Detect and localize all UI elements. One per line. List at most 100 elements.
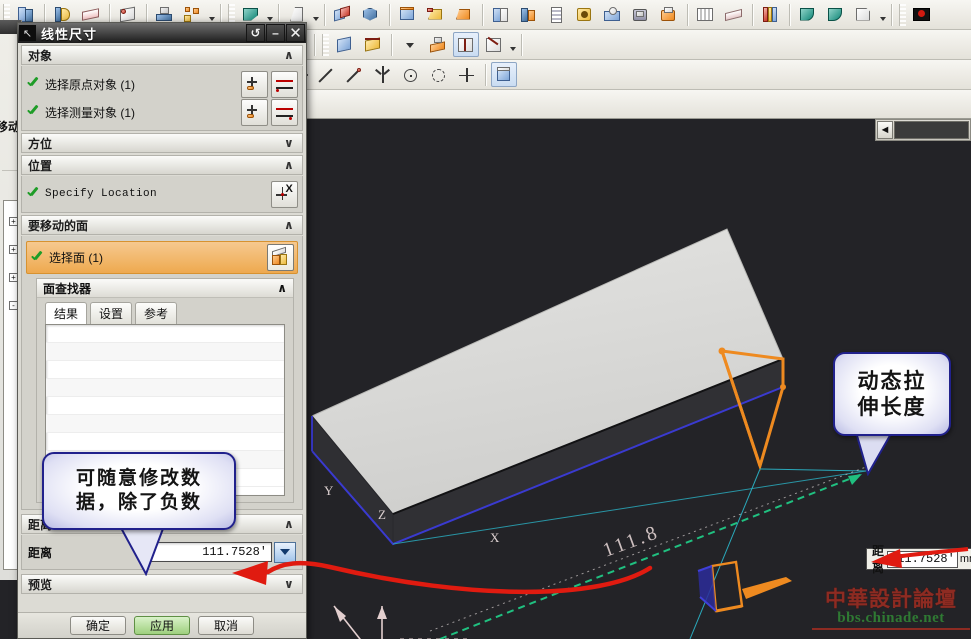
- library-icon-button[interactable]: [758, 2, 784, 27]
- solid-body-icon-button[interactable]: [491, 62, 517, 87]
- edge-blend-icon-button[interactable]: [823, 2, 849, 27]
- thread-icon-button[interactable]: [544, 2, 570, 27]
- viewport-scrollbar[interactable]: ◄: [875, 119, 971, 141]
- group-header-orientation[interactable]: 方位 ∨: [21, 133, 303, 153]
- list-item[interactable]: [46, 379, 284, 397]
- point-constructor-icon-button[interactable]: X: [271, 180, 298, 208]
- ok-button[interactable]: 确定: [70, 616, 126, 635]
- chevron-down-icon[interactable]: ∨: [284, 578, 296, 590]
- move-face-icon-button[interactable]: [425, 32, 451, 57]
- group-header-object[interactable]: 对象 ∧: [21, 45, 303, 65]
- forum-watermark: 中華設計論壇 bbs.chinade.net: [812, 588, 970, 634]
- face-blend-icon-button[interactable]: [795, 2, 821, 27]
- tab-results[interactable]: 结果: [45, 302, 88, 324]
- list-item[interactable]: [46, 343, 284, 361]
- group-header-preview[interactable]: 预览 ∨: [21, 574, 303, 594]
- callout-line: 动态拉: [857, 367, 927, 393]
- cancel-button[interactable]: 取消: [198, 616, 254, 635]
- list-item[interactable]: [46, 415, 284, 433]
- row-select-measure-object[interactable]: 选择测量对象 (1): [26, 98, 298, 126]
- chevron-down-icon[interactable]: [397, 32, 423, 57]
- chevron-up-icon[interactable]: ∧: [284, 49, 296, 61]
- dialog-footer: 确定 应用 取消: [18, 612, 306, 638]
- dialog-cursor-icon: ↖: [19, 25, 36, 41]
- hole-icon-button[interactable]: [572, 2, 598, 27]
- callout-line: 伸长度: [857, 394, 927, 419]
- tab-reference[interactable]: 参考: [135, 302, 178, 324]
- unite-icon-button[interactable]: [330, 2, 356, 27]
- tab-settings[interactable]: 设置: [90, 302, 133, 324]
- chevron-up-icon[interactable]: ∧: [284, 159, 296, 171]
- boss-icon-button[interactable]: [600, 2, 626, 27]
- list-item[interactable]: [46, 397, 284, 415]
- point-icon-button[interactable]: [454, 62, 480, 87]
- scroll-track[interactable]: [894, 121, 969, 139]
- callout-dynamic-stretch: 动态拉 伸长度: [833, 352, 951, 436]
- apply-button[interactable]: 应用: [134, 616, 190, 635]
- distance-dropdown-icon[interactable]: [274, 541, 296, 563]
- toolbar-separator: [391, 33, 392, 56]
- row-select-face[interactable]: 选择面 (1): [26, 241, 298, 274]
- row-specify-location[interactable]: Specify Location X: [26, 180, 298, 208]
- record-icon-button[interactable]: [909, 2, 935, 27]
- check-icon: [30, 251, 44, 265]
- face-finder-header[interactable]: 面查找器 ∧: [37, 279, 293, 298]
- delete-face-icon-button[interactable]: [481, 32, 507, 57]
- taper-icon-button[interactable]: [451, 2, 477, 27]
- viewport-distance-readout[interactable]: 距离 111.7528' mm: [866, 544, 971, 575]
- chevron-down-icon[interactable]: [878, 2, 887, 27]
- face-select-icon-button[interactable]: [267, 244, 294, 271]
- groove-icon-button[interactable]: [721, 2, 747, 27]
- add-object-icon-button[interactable]: [241, 70, 268, 98]
- shell-icon-button[interactable]: [488, 2, 514, 27]
- toolbar-grip[interactable]: [322, 33, 329, 56]
- watermark-rule: [812, 628, 970, 630]
- row-label: 选择原点对象 (1): [45, 77, 136, 92]
- pocket-icon-button[interactable]: [628, 2, 654, 27]
- slot-icon-button[interactable]: [693, 2, 719, 27]
- offset-surface-icon-button[interactable]: [332, 32, 358, 57]
- callout-edit-data-text: 可随意修改数 据，除了负数: [76, 467, 202, 515]
- dialog-reset-button[interactable]: ↺: [246, 24, 265, 42]
- chamfer-icon-button[interactable]: [851, 2, 877, 27]
- add-object-icon-button[interactable]: [241, 98, 268, 126]
- group-header-orientation-label: 方位: [28, 136, 53, 151]
- list-item[interactable]: [46, 325, 284, 343]
- group-header-location[interactable]: 位置 ∧: [21, 155, 303, 175]
- chevron-up-icon[interactable]: ∧: [284, 219, 296, 231]
- face-finder-tabs[interactable]: 结果 设置 参考: [37, 298, 293, 324]
- row-select-origin-object[interactable]: 选择原点对象 (1): [26, 70, 298, 98]
- arc-center-icon-button[interactable]: [398, 62, 424, 87]
- block-icon-button[interactable]: [395, 2, 421, 27]
- face-finder-header-label: 面查找器: [43, 281, 92, 296]
- viewport-distance-value[interactable]: 111.7528': [887, 550, 958, 568]
- resize-face-icon-button[interactable]: [453, 32, 479, 57]
- dialog-minimize-button[interactable]: –: [266, 24, 285, 42]
- row-label: Specify Location: [45, 188, 158, 200]
- chevron-up-icon[interactable]: ∧: [284, 518, 296, 530]
- circle-icon-button[interactable]: [426, 62, 452, 87]
- group-header-faces-to-move[interactable]: 要移动的面 ∧: [21, 215, 303, 235]
- chevron-down-icon[interactable]: ∨: [284, 137, 296, 149]
- pad-icon-button[interactable]: [656, 2, 682, 27]
- offset-face-icon-button[interactable]: [516, 2, 542, 27]
- toolbar-grip[interactable]: [899, 3, 906, 26]
- subtract-icon-button[interactable]: [358, 2, 384, 27]
- chevron-down-icon[interactable]: [311, 2, 320, 27]
- draft-icon-button[interactable]: [423, 2, 449, 27]
- dialog-close-button[interactable]: ✕: [286, 24, 305, 42]
- dimension-measure-icon-button[interactable]: [271, 98, 298, 126]
- chevron-up-icon[interactable]: ∧: [277, 281, 287, 295]
- vector-icon-button[interactable]: [342, 62, 368, 87]
- line-icon-button[interactable]: [314, 62, 340, 87]
- chevron-down-icon[interactable]: [508, 32, 517, 57]
- list-item[interactable]: [46, 433, 284, 451]
- point-on-curve-icon-button[interactable]: [370, 62, 396, 87]
- dialog-titlebar[interactable]: ↖ 线性尺寸 ↺ – ✕: [18, 23, 306, 43]
- callout-line: 据，除了负数: [75, 491, 202, 513]
- list-item[interactable]: [46, 361, 284, 379]
- scroll-left-button[interactable]: ◄: [877, 121, 893, 139]
- group-header-location-label: 位置: [28, 158, 53, 173]
- dimension-origin-icon-button[interactable]: [271, 70, 298, 98]
- sew-icon-button[interactable]: [360, 32, 386, 57]
